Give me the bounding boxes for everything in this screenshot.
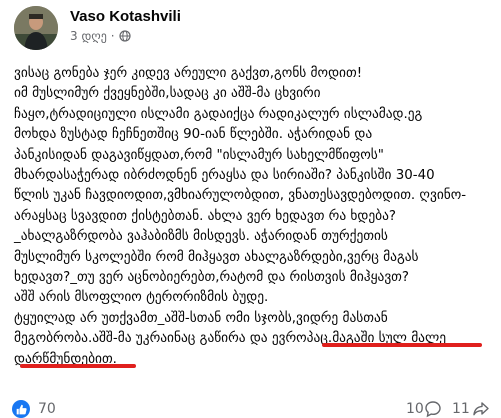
- thumbs-up-icon: [16, 404, 27, 414]
- post-line: მუსლიმურ სკოლებში რომ მიჰყავთ ახალგაზრდე…: [14, 249, 419, 265]
- globe-icon: [119, 30, 131, 42]
- avatar-photo: [14, 6, 58, 50]
- post-line: ჩაყო,ტრადიციული ისლამი გადაიქცა რადიკალუ…: [14, 106, 423, 122]
- post-line: ტყუილად არ უთქვამთ_აშშ-სთან ომი სჯობს,ვი…: [14, 310, 388, 326]
- post-meta: 3 დღე ·: [70, 29, 131, 43]
- post-line: იმ მუსლიმურ ქვეყნებში,სადაც კი აშშ-მა ცხ…: [14, 86, 321, 102]
- post-line: მხარდასაჭერად იბრძოდნენ ერაყსა და სირიაშ…: [14, 168, 435, 184]
- meta-separator: ·: [110, 29, 115, 43]
- post-line: აშშ არის მსოფლიო ტერორიზმის ბუდე.: [14, 290, 269, 306]
- comment-count[interactable]: 10: [406, 401, 424, 417]
- reaction-count[interactable]: 70: [38, 401, 56, 417]
- share-icon[interactable]: [472, 400, 490, 418]
- post-line: პანკისიდან დაგავიწყდათ,რომ "ისლამურ სახე…: [14, 147, 384, 163]
- post-line: _ახალგაზრდობა ვაჰაბიზმს მისდევს. აჭარიდა…: [14, 229, 388, 245]
- post-line: ხედავთ?_თუ ვერ აცნობიერებთ,რატომ და რისთ…: [14, 270, 410, 286]
- red-underline-mark: [322, 343, 482, 347]
- share-count[interactable]: 11: [452, 401, 470, 417]
- red-underline-mark: [20, 364, 136, 368]
- post-line: ვისაც გონება ჯერ კიდევ არეული გაქვთ,გონს…: [14, 66, 363, 81]
- post-line: არაყსაც სვავდით ქისტებთან. ახლა ვერ ხედა…: [14, 208, 396, 224]
- post-line: წლის უკან ჩავდიოდით,ვმხიარულობდით, ვნათე…: [14, 188, 467, 204]
- author-avatar[interactable]: [14, 6, 58, 50]
- post-text: ვისაც გონება ჯერ კიდევ არეული გაქვთ,გონს…: [14, 64, 486, 370]
- post-time[interactable]: 3 დღე: [70, 29, 107, 43]
- post-header: Vaso Kotashvili 3 დღე ·: [14, 6, 484, 52]
- post-line: მოხდა ზუსტად ჩეჩნეთშიც 90-იან წლებში. აჭ…: [14, 127, 373, 143]
- author-name[interactable]: Vaso Kotashvili: [70, 8, 181, 25]
- comment-icon[interactable]: [424, 400, 442, 418]
- like-icon[interactable]: [12, 400, 30, 418]
